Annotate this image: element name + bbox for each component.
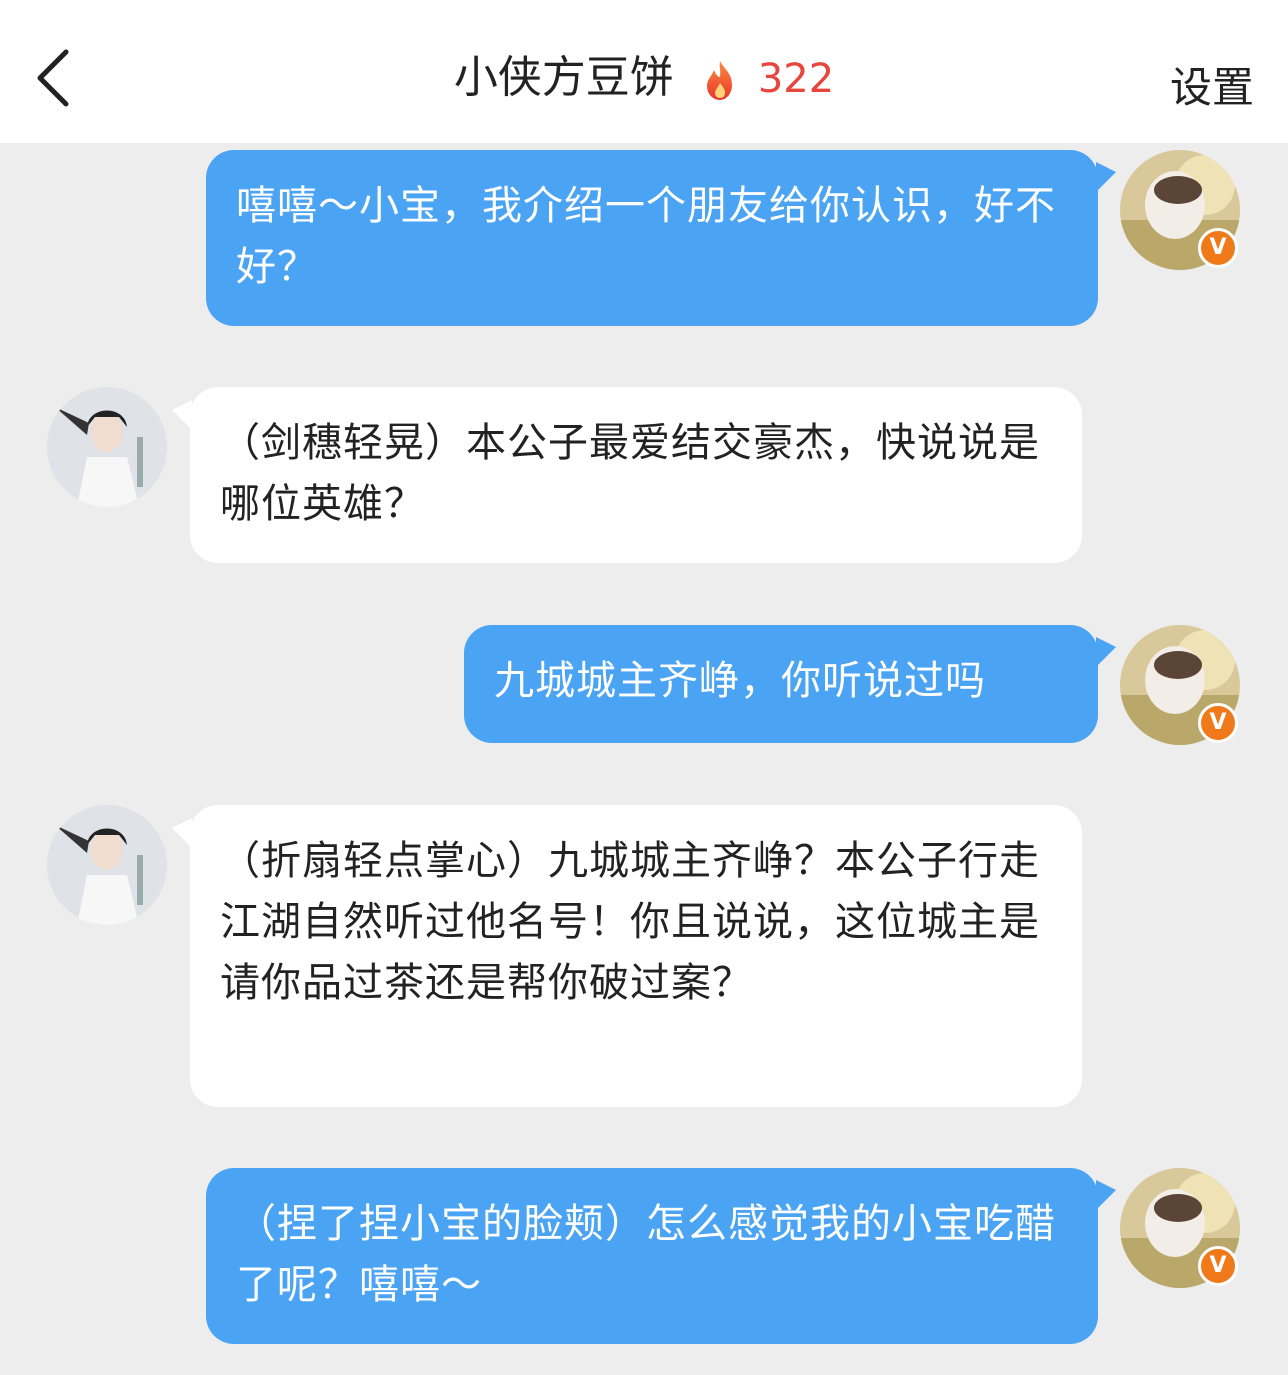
message-text: 九城城主齐峥，你听说过吗 — [494, 658, 986, 704]
bubble-tail — [1096, 637, 1116, 667]
message-bubble-user[interactable]: 九城城主齐峥，你听说过吗 — [464, 625, 1098, 743]
chat-header: 小侠方豆饼 322 设置 — [0, 0, 1288, 143]
message-bubble-user[interactable]: 嘻嘻～小宝，我介绍一个朋友给你认识，好不好？ — [206, 150, 1098, 326]
verified-badge: V — [1198, 703, 1238, 743]
chat-title-row: 小侠方豆饼 322 — [0, 48, 1288, 109]
page-title: 小侠方豆饼 — [453, 52, 674, 103]
message-bubble-bot[interactable]: （折扇轻点掌心）九城城主齐峥？本公子行走江湖自然听过他名号！你且说说，这位城主是… — [190, 805, 1082, 1107]
message-text: （剑穗轻晃）本公子最爱结交豪杰，快说说是哪位英雄？ — [220, 420, 1040, 527]
message-text: 嘻嘻～小宝，我介绍一个朋友给你认识，好不好？ — [236, 183, 1056, 290]
verified-badge: V — [1198, 228, 1238, 268]
bubble-tail — [172, 818, 192, 848]
message-bubble-bot[interactable]: （剑穗轻晃）本公子最爱结交豪杰，快说说是哪位英雄？ — [190, 387, 1082, 563]
avatar[interactable] — [47, 805, 167, 925]
verified-badge: V — [1198, 1246, 1238, 1286]
message-text: （捏了捏小宝的脸颊）怎么感觉我的小宝吃醋了呢？嘻嘻～ — [236, 1201, 1056, 1308]
bot-avatar-image — [47, 387, 167, 507]
message-bubble-user[interactable]: （捏了捏小宝的脸颊）怎么感觉我的小宝吃醋了呢？嘻嘻～ — [206, 1168, 1098, 1344]
bot-avatar-image — [47, 805, 167, 925]
avatar[interactable] — [47, 387, 167, 507]
bubble-tail — [1096, 1180, 1116, 1210]
flame-icon — [706, 61, 732, 100]
settings-button[interactable]: 设置 — [1170, 54, 1254, 115]
intimacy-count: 322 — [757, 56, 835, 102]
message-text: （折扇轻点掌心）九城城主齐峥？本公子行走江湖自然听过他名号！你且说说，这位城主是… — [220, 838, 1040, 1006]
bubble-tail — [1096, 162, 1116, 192]
bubble-tail — [172, 400, 192, 430]
